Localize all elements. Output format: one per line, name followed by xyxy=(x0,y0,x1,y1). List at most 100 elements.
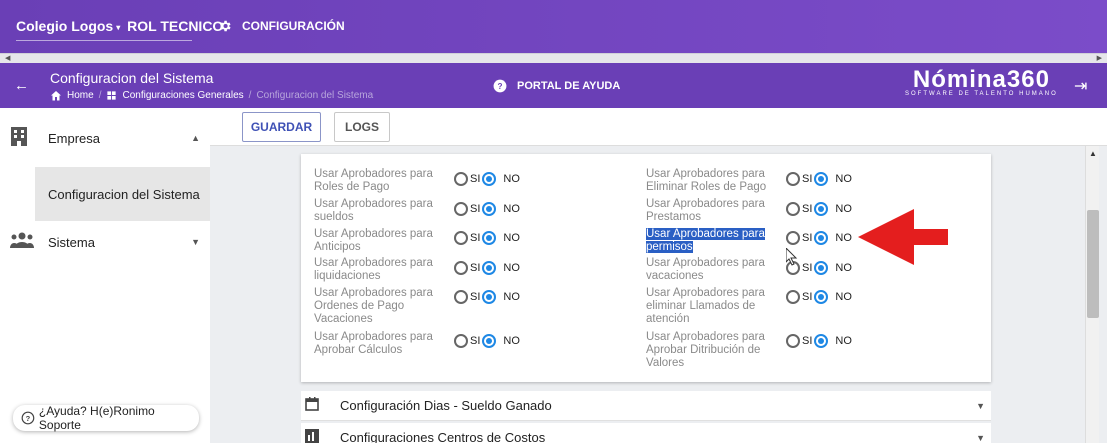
scroll-up-icon[interactable]: ▲ xyxy=(1089,149,1097,158)
config-label: CONFIGURACIÓN xyxy=(242,19,345,33)
selector-underline xyxy=(16,40,192,41)
setting-label: Usar Aprobadores para Prestamos xyxy=(646,198,765,223)
radio-no[interactable] xyxy=(482,290,497,304)
setting-label: Usar Aprobadores para eliminar Llamados … xyxy=(646,287,765,325)
radio-si[interactable] xyxy=(454,202,468,216)
mouse-cursor-icon xyxy=(786,248,798,266)
school-selector[interactable]: Colegio Logos ▾ ROL TECNICO xyxy=(16,18,223,34)
yes-no-group: SI NO xyxy=(454,261,520,275)
si-label: SI xyxy=(470,173,481,185)
yes-no-group: SI NO xyxy=(786,231,852,245)
yes-no-group: SI NO xyxy=(786,202,852,216)
radio-no[interactable] xyxy=(814,290,829,304)
radio-no[interactable] xyxy=(814,261,829,275)
selected-text: Usar Aprobadores para permisos xyxy=(646,228,765,253)
radio-si[interactable] xyxy=(454,172,468,186)
no-label: NO xyxy=(835,262,852,274)
vertical-scrollbar[interactable]: ▲ xyxy=(1085,146,1099,443)
setting-label: Usar Aprobadores para Ordenes de Pago Va… xyxy=(314,287,433,325)
scroll-left-icon[interactable]: ◀ xyxy=(5,54,10,62)
gear-icon xyxy=(220,20,231,32)
scroll-right-icon[interactable]: ▶ xyxy=(1097,54,1102,62)
calendar-icon xyxy=(305,397,319,414)
si-label: SI xyxy=(470,335,481,347)
radio-no[interactable] xyxy=(814,231,829,245)
logo-text: Nómina360 xyxy=(912,66,1050,93)
sidebar-item-label: Empresa xyxy=(48,130,101,146)
no-label: NO xyxy=(835,203,852,215)
action-toolbar: GUARDAR LOGS xyxy=(210,108,1107,146)
support-label: ¿Ayuda? H(e)Ronimo Soporte xyxy=(38,404,155,432)
logout-icon[interactable]: ⇥ xyxy=(1074,76,1087,96)
chevron-down-icon: ▼ xyxy=(191,237,200,247)
radio-si[interactable] xyxy=(454,334,468,348)
radio-si[interactable] xyxy=(786,334,800,348)
breadcrumb: Home / Configuraciones Generales / Confi… xyxy=(50,90,373,101)
no-label: NO xyxy=(835,173,852,185)
horizontal-scrollbar[interactable]: ◀ ▶ xyxy=(0,53,1107,63)
radio-no[interactable] xyxy=(814,172,829,186)
si-label: SI xyxy=(470,203,481,215)
no-label: NO xyxy=(503,262,520,274)
radio-no[interactable] xyxy=(814,202,829,216)
back-arrow-icon[interactable]: ← xyxy=(14,77,29,94)
radio-no[interactable] xyxy=(482,334,497,348)
radio-no[interactable] xyxy=(482,261,497,275)
support-help-button[interactable]: ? ¿Ayuda? H(e)Ronimo Soporte xyxy=(13,404,199,432)
help-circle-icon: ? xyxy=(493,79,507,93)
help-label: PORTAL DE AYUDA xyxy=(517,80,621,92)
section-centros-costos[interactable]: Configuraciones Centros de Costos ▼ xyxy=(301,423,991,443)
group-icon xyxy=(10,232,34,253)
chevron-up-icon: ▲ xyxy=(191,133,200,143)
config-menu[interactable]: CONFIGURACIÓN xyxy=(218,19,345,33)
si-label: SI xyxy=(470,291,481,303)
sidebar-item-empresa[interactable]: Empresa ▲ xyxy=(0,115,210,161)
radio-si[interactable] xyxy=(454,261,468,275)
yes-no-group: SI NO xyxy=(454,202,520,216)
svg-text:?: ? xyxy=(26,414,31,423)
radio-no[interactable] xyxy=(814,334,829,348)
no-label: NO xyxy=(503,291,520,303)
si-label: SI xyxy=(802,262,813,274)
section-dias-sueldo[interactable]: Configuración Dias - Sueldo Ganado ▼ xyxy=(301,391,991,421)
main-content: Usar Aprobadores para Roles de Pago SI NO… xyxy=(210,146,1085,443)
si-label: SI xyxy=(470,232,481,244)
logs-button[interactable]: LOGS xyxy=(334,112,390,142)
yes-no-group: SI NO xyxy=(454,172,520,186)
scroll-thumb[interactable] xyxy=(1087,210,1099,318)
no-label: NO xyxy=(503,173,520,185)
radio-no[interactable] xyxy=(482,172,497,186)
save-button[interactable]: GUARDAR xyxy=(242,112,321,142)
radio-no[interactable] xyxy=(482,202,497,216)
yes-no-group: SI NO xyxy=(454,231,520,245)
radio-si[interactable] xyxy=(786,231,800,245)
building-icon xyxy=(10,126,28,151)
home-icon xyxy=(51,91,61,101)
radio-si[interactable] xyxy=(454,290,468,304)
radio-si[interactable] xyxy=(454,231,468,245)
radio-no[interactable] xyxy=(482,231,497,245)
sidebar-item-sistema[interactable]: Sistema ▼ xyxy=(0,219,210,265)
sidebar-item-label: Configuracion del Sistema xyxy=(48,186,200,202)
help-portal-link[interactable]: ? PORTAL DE AYUDA xyxy=(493,79,620,93)
sidebar-item-label: Sistema xyxy=(48,234,95,250)
radio-si[interactable] xyxy=(786,290,800,304)
radio-si[interactable] xyxy=(786,202,800,216)
brand-logo: Nómina360 SOFTWARE DE TALENTO HUMANO xyxy=(905,66,1058,98)
red-arrow-annotation-icon xyxy=(858,209,948,265)
si-label: SI xyxy=(470,262,481,274)
radio-si[interactable] xyxy=(786,172,800,186)
setting-label: Usar Aprobadores para Anticipos xyxy=(314,228,433,253)
approvers-settings-card: Usar Aprobadores para Roles de Pago SI NO… xyxy=(301,154,991,382)
yes-no-group: SI NO xyxy=(786,334,852,348)
crumb-general[interactable]: Configuraciones Generales xyxy=(122,90,243,101)
si-label: SI xyxy=(802,173,813,185)
setting-label: Usar Aprobadores para Aprobar Ditribució… xyxy=(646,331,765,369)
no-label: NO xyxy=(503,203,520,215)
no-label: NO xyxy=(835,232,852,244)
page-header: ← Configuracion del Sistema Home / Confi… xyxy=(0,63,1107,108)
no-label: NO xyxy=(503,335,520,347)
yes-no-group: SI NO xyxy=(786,172,852,186)
sidebar-subitem-configuracion[interactable]: Configuracion del Sistema xyxy=(35,167,210,221)
crumb-home[interactable]: Home xyxy=(67,90,94,101)
